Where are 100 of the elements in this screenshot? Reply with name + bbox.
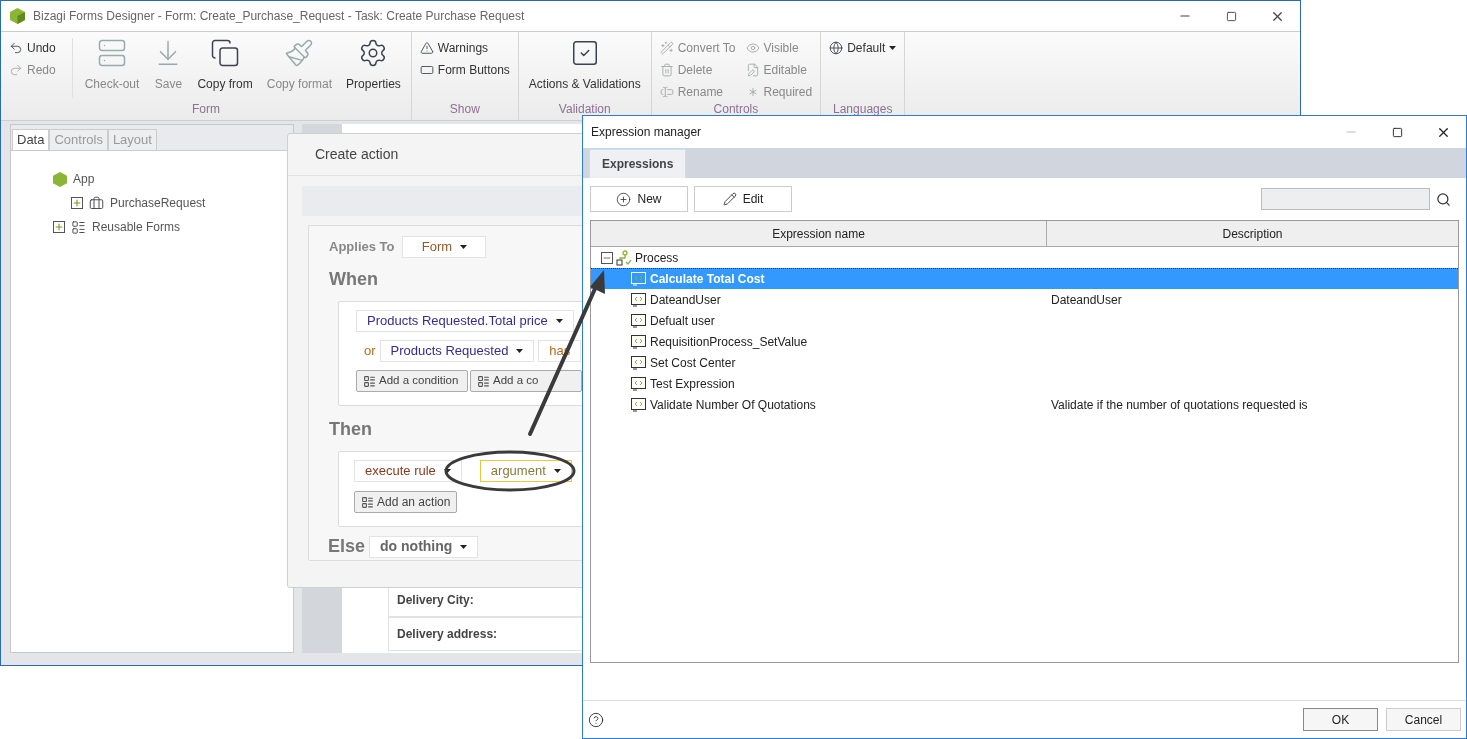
add-row-icon bbox=[477, 374, 490, 388]
else-heading: Else bbox=[328, 535, 366, 558]
eye-icon bbox=[745, 40, 760, 55]
expression-icon bbox=[631, 376, 646, 391]
app-logo-icon bbox=[10, 8, 25, 24]
language-dropdown[interactable]: Default bbox=[829, 38, 897, 57]
pencil-icon bbox=[722, 192, 737, 206]
plus-circle-icon bbox=[616, 191, 632, 207]
ribbon-button[interactable]: Properties bbox=[344, 38, 403, 93]
new-button[interactable]: New bbox=[590, 186, 688, 212]
tab[interactable]: Expressions bbox=[589, 149, 687, 178]
field-label: Delivery City: bbox=[397, 592, 474, 609]
process-icon bbox=[616, 249, 632, 266]
server-icon bbox=[97, 38, 128, 68]
group-label: Validation bbox=[557, 102, 612, 116]
window-title: Bizagi Forms Designer - Form: Create_Purchase_Request - Task: Create Purchase Request bbox=[33, 8, 526, 25]
expression-icon bbox=[631, 292, 646, 307]
warning-icon bbox=[419, 40, 434, 55]
expression-description: Validate if the number of quotations requested is bbox=[1050, 396, 1308, 414]
expression-row[interactable]: Test Expression bbox=[591, 373, 1458, 394]
ribbon-button[interactable]: Warnings bbox=[419, 38, 510, 57]
expression-icon bbox=[631, 355, 646, 370]
field-dropdown[interactable]: Products Requested.Total price bbox=[356, 310, 574, 332]
ribbon-button[interactable]: Actions & Validations bbox=[526, 38, 643, 93]
action-dropdown[interactable]: execute rule bbox=[354, 460, 462, 483]
expression-row[interactable]: DateandUser DateandUser bbox=[591, 289, 1458, 310]
copy-icon bbox=[210, 38, 241, 68]
globe-icon bbox=[829, 40, 844, 55]
expression-name: RequisitionProcess_SetValue bbox=[650, 333, 808, 351]
expression-icon bbox=[631, 313, 646, 328]
tab[interactable]: Data bbox=[12, 129, 50, 150]
group-label: Show bbox=[448, 102, 481, 116]
column-header[interactable]: Expression name bbox=[591, 221, 1047, 246]
rename-icon bbox=[659, 84, 674, 99]
applies-to-dropdown[interactable]: Form bbox=[402, 236, 487, 258]
expression-row[interactable]: Validate Number Of Quotations Validate if the number of quotations requested is bbox=[591, 394, 1458, 415]
undo-icon bbox=[9, 40, 23, 55]
expression-row[interactable]: RequisitionProcess_SetValue bbox=[591, 331, 1458, 352]
else-dropdown[interactable]: do nothing bbox=[369, 535, 479, 558]
maximize-icon bbox=[1225, 10, 1237, 22]
expand-icon[interactable] bbox=[53, 221, 65, 233]
argument-dropdown[interactable]: argument bbox=[479, 460, 572, 483]
expression-icon bbox=[631, 334, 646, 349]
add-condition-button[interactable]: Add a co bbox=[470, 370, 582, 392]
group-label: Form bbox=[190, 102, 221, 116]
search-icon[interactable] bbox=[1436, 191, 1451, 207]
group-label: Controls bbox=[712, 102, 760, 116]
expression-row[interactable]: Defualt user bbox=[591, 310, 1458, 331]
ribbon-button[interactable]: Copy from bbox=[195, 38, 255, 93]
caret-icon bbox=[460, 544, 468, 549]
expression-name: Validate Number Of Quotations bbox=[650, 396, 816, 414]
caret-icon bbox=[443, 469, 451, 474]
help-icon[interactable] bbox=[588, 711, 604, 728]
trash-icon bbox=[659, 62, 674, 77]
collapse-icon[interactable] bbox=[601, 251, 613, 264]
tree-item[interactable]: Reusable Forms bbox=[92, 218, 181, 236]
expression-description: DateandUser bbox=[1050, 291, 1122, 309]
add-condition-button[interactable]: Add a condition bbox=[356, 370, 468, 392]
when-heading: When bbox=[329, 268, 379, 291]
tree-item[interactable]: PurchaseRequest bbox=[110, 194, 206, 212]
caret-icon bbox=[516, 349, 524, 353]
edit-button[interactable]: Edit bbox=[694, 186, 792, 212]
expression-row[interactable]: Set Cost Center bbox=[591, 352, 1458, 373]
caret-icon bbox=[460, 245, 468, 249]
form-list-icon bbox=[71, 219, 86, 235]
ribbon-button[interactable]: Form Buttons bbox=[419, 60, 510, 79]
applies-to-label: Applies To bbox=[329, 238, 395, 257]
hexagon-icon bbox=[53, 171, 67, 187]
ok-button[interactable]: OK bbox=[1303, 708, 1378, 731]
caret-icon bbox=[553, 469, 561, 474]
expression-name: DateandUser bbox=[650, 291, 721, 309]
maximize-icon bbox=[1391, 126, 1403, 138]
tree-item[interactable]: Process bbox=[635, 248, 679, 267]
field-dropdown[interactable]: Products Requested bbox=[379, 340, 535, 362]
caret-icon bbox=[555, 319, 563, 323]
paintbrush-icon bbox=[284, 38, 315, 68]
ribbon-button[interactable]: Undo bbox=[9, 38, 56, 57]
briefcase-icon bbox=[89, 195, 104, 211]
add-action-button[interactable]: Add an action bbox=[354, 491, 458, 514]
expression-name: Test Expression bbox=[650, 375, 735, 393]
field-label: Delivery address: bbox=[397, 626, 498, 643]
search-field[interactable] bbox=[1261, 188, 1430, 210]
expression-name: Defualt user bbox=[650, 312, 715, 330]
expression-name: Set Cost Center bbox=[650, 354, 736, 372]
add-row-icon bbox=[363, 374, 376, 388]
file-edit-icon bbox=[745, 62, 760, 77]
add-row-icon bbox=[361, 495, 374, 509]
redo-icon bbox=[9, 62, 23, 77]
expression-icon bbox=[631, 397, 646, 412]
cancel-button[interactable]: Cancel bbox=[1386, 708, 1461, 731]
tree-item[interactable]: App bbox=[73, 170, 95, 188]
column-header[interactable]: Description bbox=[1047, 221, 1458, 246]
group-label: Languages bbox=[832, 102, 894, 116]
expression-icon bbox=[631, 272, 646, 286]
wand-icon bbox=[659, 40, 674, 55]
expression-name: Calculate Total Cost bbox=[650, 271, 765, 288]
window-title: Expression manager bbox=[590, 124, 703, 141]
then-heading: Then bbox=[329, 418, 373, 442]
condition-prefix: or bbox=[364, 342, 376, 361]
expand-icon[interactable] bbox=[71, 197, 83, 209]
